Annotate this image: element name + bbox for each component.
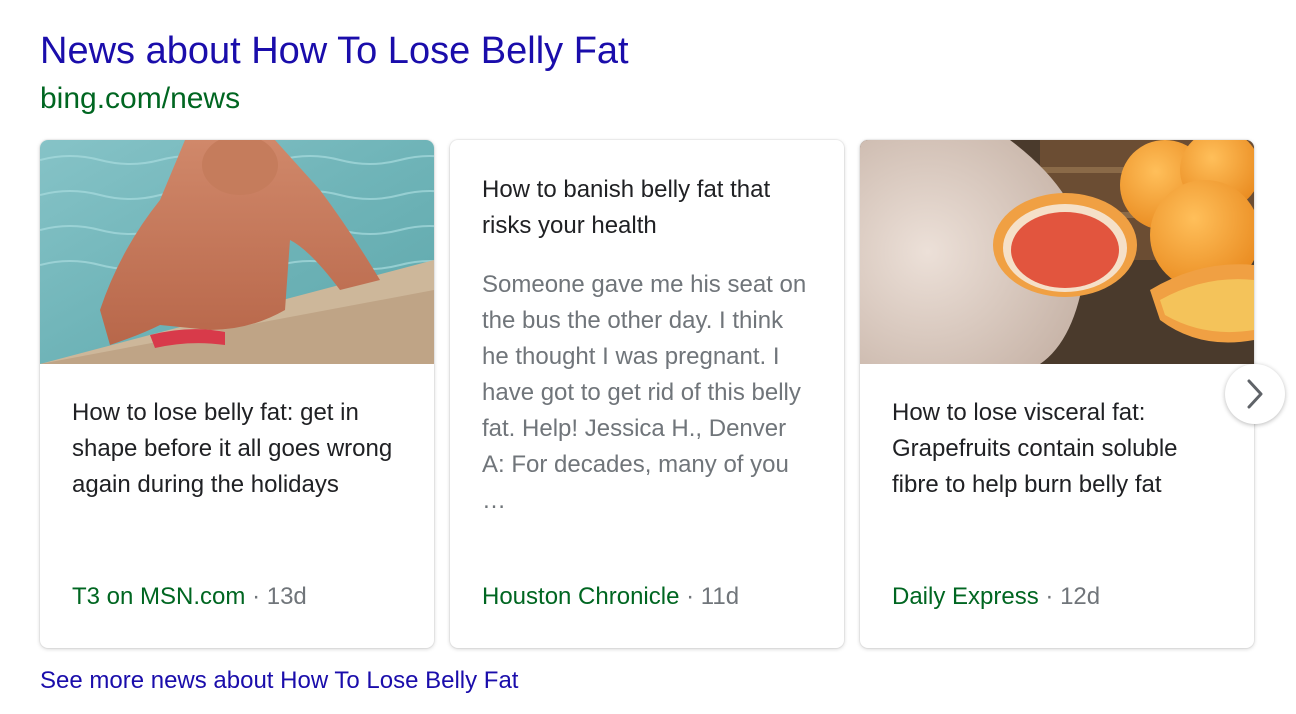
news-card-1[interactable]: How to lose belly fat: get in shape befo… [40,140,434,648]
news-card-headline[interactable]: How to banish belly fat that risks your … [482,172,816,244]
carousel-next-button[interactable] [1225,364,1285,424]
news-source: T3 on MSN.com [72,583,246,610]
separator-dot: · [1045,583,1054,610]
news-section-title[interactable]: News about How To Lose Belly Fat [40,28,629,74]
news-card-snippet: Someone gave me his seat on the bus the … [482,271,807,514]
news-card-meta: Houston Chronicle · 11d [482,579,739,615]
news-age: 13d [266,583,307,610]
news-card-2[interactable]: How to banish belly fat that risks your … [450,140,844,648]
news-card-meta: Daily Express · 12d [892,579,1100,615]
news-card-3[interactable]: How to lose visceral fat: Grapefruits co… [860,140,1254,648]
chevron-right-icon [1247,379,1263,409]
news-source: Daily Express [892,583,1039,610]
news-card-headline[interactable]: How to lose visceral fat: Grapefruits co… [892,395,1226,503]
news-card-headline[interactable]: How to lose belly fat: get in shape befo… [72,395,406,503]
separator-dot: · [252,583,261,610]
separator-dot: · [686,583,695,610]
news-age: 12d [1060,583,1101,610]
news-source: Houston Chronicle [482,583,680,610]
news-age: 11d [700,583,740,610]
news-card-image[interactable] [860,140,1254,364]
source-url: bing.com/news [40,82,241,115]
news-card-image[interactable] [40,140,434,364]
see-more-news-link[interactable]: See more news about How To Lose Belly Fa… [40,664,518,698]
news-card-meta: T3 on MSN.com · 13d [72,579,307,615]
